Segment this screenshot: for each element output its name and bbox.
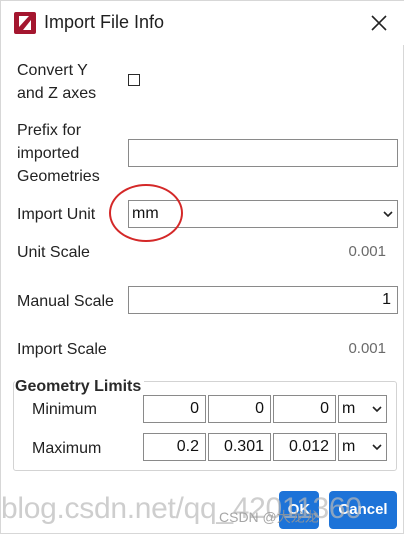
chevron-down-icon — [383, 211, 393, 218]
title-bar: Import File Info — [1, 1, 404, 45]
maximum-unit-value: m — [342, 438, 356, 455]
minimum-y-input[interactable]: 0 — [208, 395, 271, 423]
minimum-z-input[interactable]: 0 — [273, 395, 336, 423]
import-file-info-dialog: Import File Info Convert Y and Z axes Pr… — [0, 0, 404, 534]
prefix-label-line3: Geometries — [17, 168, 100, 185]
prefix-label-line2: imported — [17, 145, 80, 162]
prefix-label: Prefix for imported Geometries — [17, 119, 100, 188]
unit-scale-value: 0.001 — [348, 243, 386, 260]
convert-axes-checkbox[interactable] — [128, 74, 140, 86]
minimum-x-input[interactable]: 0 — [143, 395, 206, 423]
highlight-annotation-circle — [109, 184, 183, 242]
maximum-x-input[interactable]: 0.2 — [143, 433, 206, 461]
close-icon — [371, 15, 387, 31]
minimum-label: Minimum — [32, 401, 97, 418]
maximum-label: Maximum — [32, 440, 102, 457]
maximum-unit-select[interactable]: m — [338, 433, 387, 461]
prefix-input[interactable] — [128, 139, 398, 167]
unit-scale-label: Unit Scale — [17, 244, 90, 261]
manual-scale-label: Manual Scale — [17, 293, 114, 310]
import-unit-label: Import Unit — [17, 206, 96, 223]
chevron-down-icon — [372, 406, 382, 413]
import-scale-label: Import Scale — [17, 341, 107, 358]
import-scale-value: 0.001 — [348, 340, 386, 357]
app-logo-icon — [14, 12, 36, 34]
chevron-down-icon — [372, 444, 382, 451]
convert-axes-label-line1: Convert Y — [17, 62, 88, 79]
minimum-unit-select[interactable]: m — [338, 395, 387, 423]
window-title: Import File Info — [44, 12, 165, 32]
convert-axes-label-line2: and Z axes — [17, 85, 97, 102]
prefix-label-line1: Prefix for — [17, 122, 82, 139]
maximum-y-input[interactable]: 0.301 — [208, 433, 271, 461]
maximum-z-input[interactable]: 0.012 — [273, 433, 336, 461]
watermark-secondary-text: CSDN @大龙龙 — [219, 509, 319, 525]
manual-scale-input[interactable]: 1 — [128, 286, 398, 314]
minimum-unit-value: m — [342, 400, 356, 417]
close-button[interactable] — [363, 7, 395, 39]
geometry-limits-title: Geometry Limits — [15, 378, 145, 396]
convert-axes-label: Convert Y and Z axes — [17, 59, 96, 105]
